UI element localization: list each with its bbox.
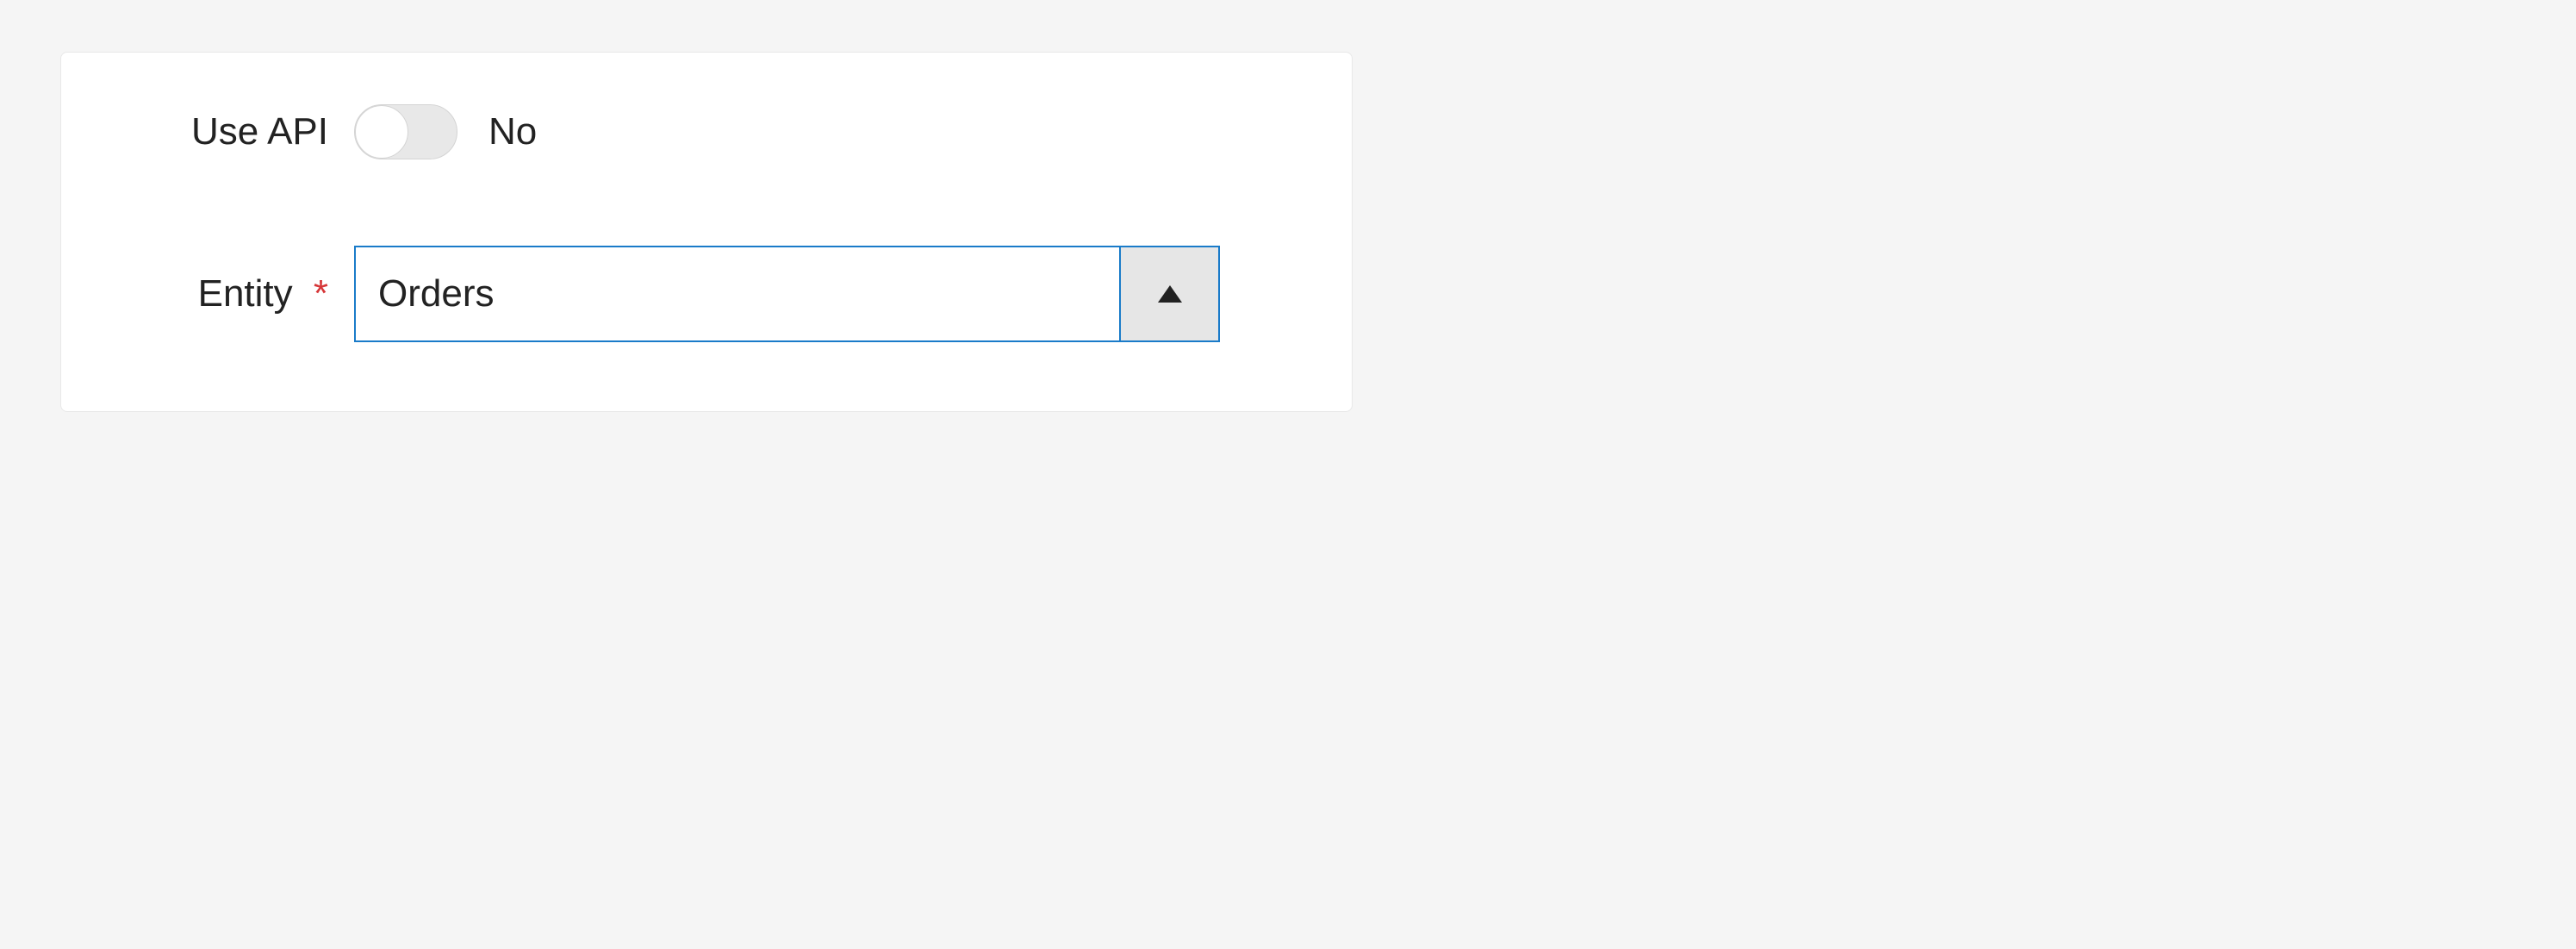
use-api-row: Use API No [96, 104, 1317, 159]
entity-select-value: Orders [356, 247, 1119, 340]
entity-select-arrow-button[interactable] [1119, 247, 1218, 340]
required-asterisk-icon: * [314, 272, 328, 315]
toggle-knob-icon [355, 105, 408, 159]
use-api-state-text: No [488, 110, 537, 153]
entity-label-wrap: Entity * [96, 272, 354, 315]
use-api-label: Use API [96, 110, 354, 153]
settings-panel: Use API No Entity * Orders [60, 52, 1353, 412]
use-api-toggle[interactable] [354, 104, 457, 159]
entity-control: Orders [354, 246, 1317, 342]
entity-row: Entity * Orders [96, 246, 1317, 342]
entity-label: Entity [198, 272, 293, 315]
use-api-control: No [354, 104, 1317, 159]
caret-up-icon [1158, 285, 1182, 303]
entity-select[interactable]: Orders [354, 246, 1220, 342]
